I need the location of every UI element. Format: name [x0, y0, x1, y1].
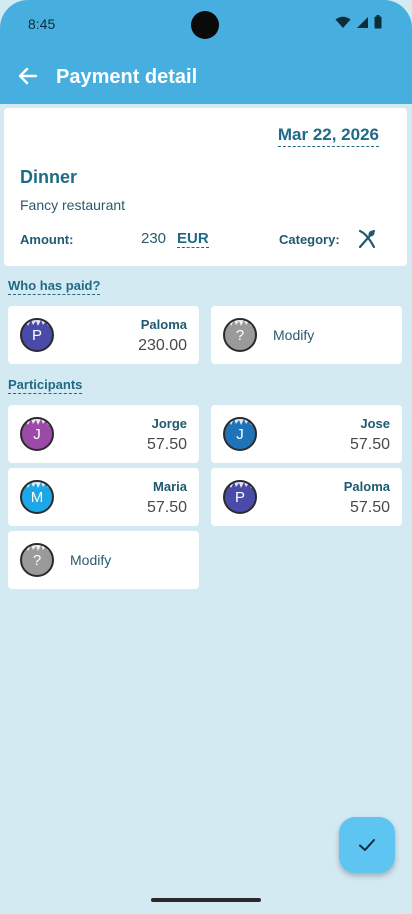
- payment-detail-card: Mar 22, 2026 Dinner Fancy restaurant Amo…: [4, 108, 407, 266]
- amount-value[interactable]: 230: [141, 230, 166, 247]
- avatar: J: [223, 417, 257, 451]
- page-title: Payment detail: [56, 66, 198, 88]
- participant-name: Maria: [153, 479, 187, 494]
- app-bar: 8:45 Payment detail: [0, 0, 412, 104]
- participant-card[interactable]: M Maria 57.50: [8, 468, 199, 526]
- modify-participants-button[interactable]: ? Modify: [8, 531, 199, 589]
- avatar-initial: P: [234, 489, 245, 506]
- participant-amount: 57.50: [349, 436, 390, 453]
- participant-name: Jose: [360, 416, 390, 431]
- avatar: J: [20, 417, 54, 451]
- participant-amount: 57.50: [349, 499, 390, 516]
- check-icon: [359, 839, 375, 851]
- avatar: P: [223, 480, 257, 514]
- avatar: ?: [223, 318, 257, 352]
- participant-name: Paloma: [343, 479, 390, 494]
- date-field[interactable]: Mar 22, 2026: [277, 125, 379, 147]
- participant-name: Jorge: [151, 416, 187, 431]
- wifi-icon: [335, 16, 351, 28]
- save-button[interactable]: [339, 817, 395, 873]
- avatar-initial: J: [236, 426, 244, 443]
- participant-amount: 57.50: [146, 436, 187, 453]
- payer-name: Paloma: [140, 317, 187, 332]
- participant-card[interactable]: J Jose 57.50: [211, 405, 402, 463]
- signal-icon: [357, 16, 368, 28]
- modify-label: Modify: [70, 552, 112, 568]
- avatar-initial: ?: [32, 552, 42, 569]
- avatar-initial: P: [31, 327, 42, 344]
- category-label: Category:: [279, 232, 340, 247]
- who-has-paid-heading[interactable]: Who has paid?: [8, 278, 101, 295]
- amount-label: Amount:: [20, 232, 74, 247]
- avatar: M: [20, 480, 54, 514]
- battery-icon: [374, 15, 382, 29]
- modify-label: Modify: [273, 327, 315, 343]
- status-time: 8:45: [28, 16, 56, 32]
- participant-card[interactable]: J Jorge 57.50: [8, 405, 199, 463]
- modify-payers-button[interactable]: ? Modify: [211, 306, 402, 364]
- participant-amount: 57.50: [146, 499, 187, 516]
- avatar: ?: [20, 543, 54, 577]
- camera-cutout: [191, 11, 219, 39]
- avatar-initial: J: [33, 426, 41, 443]
- status-icons: [335, 15, 382, 29]
- currency-selector[interactable]: EUR: [177, 230, 209, 248]
- home-indicator[interactable]: [151, 898, 261, 902]
- payment-subtitle[interactable]: Fancy restaurant: [20, 197, 125, 213]
- avatar-initial: M: [30, 489, 44, 506]
- avatar: P: [20, 318, 54, 352]
- payment-title[interactable]: Dinner: [20, 167, 77, 188]
- payer-card[interactable]: P Paloma 230.00: [8, 306, 199, 364]
- arrow-left-icon[interactable]: [16, 64, 40, 88]
- participants-heading[interactable]: Participants: [8, 377, 83, 394]
- participant-card[interactable]: P Paloma 57.50: [211, 468, 402, 526]
- screen: 8:45 Payment detail Mar 22, 2026 Dinner …: [0, 0, 412, 914]
- avatar-initial: ?: [235, 327, 245, 344]
- fork-knife-icon[interactable]: [357, 229, 377, 249]
- payer-amount: 230.00: [138, 337, 187, 354]
